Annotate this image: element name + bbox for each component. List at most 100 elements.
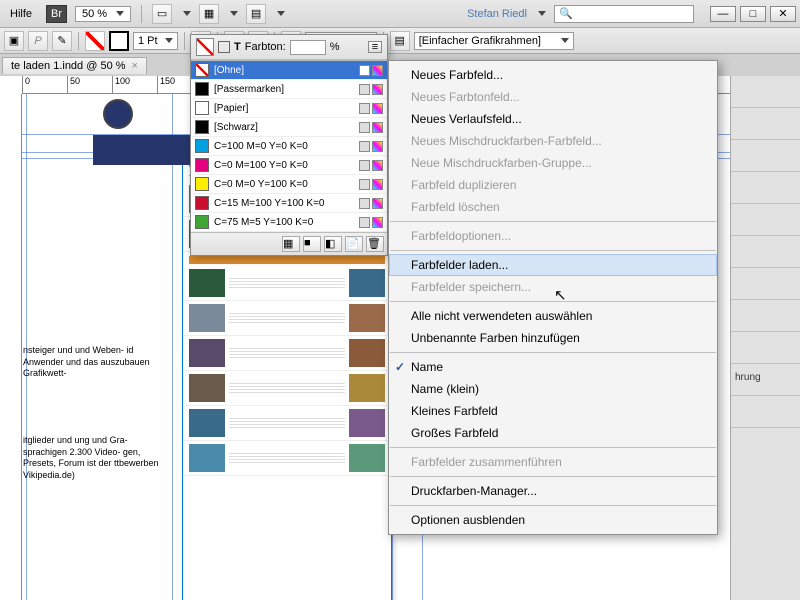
frame-type-combo[interactable]: [Einfacher Grafikrahmen] xyxy=(414,32,574,50)
swatch-item[interactable]: [Passermarken] xyxy=(191,80,387,99)
menu-item: Neues Mischdruckfarben-Farbfeld... xyxy=(389,130,717,152)
right-panel-dock[interactable]: hrung xyxy=(730,76,800,600)
screen-mode-icon[interactable]: ▭ xyxy=(152,4,172,24)
swatch-name-label: [Schwarz] xyxy=(214,122,354,133)
menu-item[interactable]: Druckfarben-Manager... xyxy=(389,480,717,502)
swatch-type-icons xyxy=(359,179,383,190)
menu-item: Neue Mischdruckfarben-Gruppe... xyxy=(389,152,717,174)
pen-tool-icon[interactable]: ✎ xyxy=(52,31,72,51)
arrange-docs-icon[interactable]: ▦ xyxy=(199,4,219,24)
swatches-panel-header[interactable]: T Farbton: % ≡ xyxy=(191,35,387,60)
swatch-chip-icon xyxy=(195,158,209,172)
menu-item[interactable]: Farbfelder laden... xyxy=(389,254,717,276)
swatch-item[interactable]: [Ohne] xyxy=(191,61,387,80)
swatch-item[interactable]: C=100 M=0 Y=0 K=0 xyxy=(191,137,387,156)
swatch-item[interactable]: C=75 M=5 Y=100 K=0 xyxy=(191,213,387,232)
swatch-type-icons xyxy=(359,103,383,114)
swatch-name-label: [Papier] xyxy=(214,103,354,114)
show-all-swatches-icon[interactable]: ▦ xyxy=(282,236,300,252)
swatch-name-label: C=100 M=0 Y=0 K=0 xyxy=(214,141,354,152)
application-menubar: Hilfe Br 50 % ▭ ▦ ▤ Stefan Riedl 🔍 — □ ✕ xyxy=(0,0,800,28)
vertical-ruler[interactable] xyxy=(0,94,22,600)
swatches-panel: T Farbton: % ≡ [Ohne] [Passermarken] [Papi… xyxy=(190,34,388,256)
swatch-chip-icon xyxy=(195,196,209,210)
show-gradient-swatches-icon[interactable]: ◧ xyxy=(324,236,342,252)
swatch-type-icons xyxy=(359,84,383,95)
menu-item[interactable]: Großes Farbfeld xyxy=(389,422,717,444)
window-maximize-button[interactable]: □ xyxy=(740,6,766,22)
menu-item[interactable]: Name (klein) xyxy=(389,378,717,400)
window-minimize-button[interactable]: — xyxy=(710,6,736,22)
swatch-name-label: C=0 M=0 Y=100 K=0 xyxy=(214,179,354,190)
body-text-block-2: itglieder und ung und Gra- sprachigen 2.… xyxy=(23,435,173,482)
workspace-icon[interactable]: ▤ xyxy=(246,4,266,24)
swatch-item[interactable]: C=15 M=100 Y=100 K=0 xyxy=(191,194,387,213)
bridge-badge-icon[interactable]: Br xyxy=(46,5,67,23)
panel-label: hrung xyxy=(731,364,800,396)
swatch-chip-icon xyxy=(195,63,209,77)
fill-indicator-icon[interactable] xyxy=(196,38,214,56)
control-bar: ▣ P ✎ 1 Pt fx ▥ ▦ ⬚ ⬍ 4,233 mm ▤ [Einfac… xyxy=(0,28,800,54)
menu-item[interactable]: Optionen ausblenden xyxy=(389,509,717,531)
body-text-block: nsteiger und und Weben- id Anwender und … xyxy=(23,345,173,380)
current-user-label[interactable]: Stefan Riedl xyxy=(467,8,527,20)
ruler-tick: 100 xyxy=(112,76,130,94)
tint-label: Farbton: xyxy=(245,41,286,53)
menu-item: Farbfeld duplizieren xyxy=(389,174,717,196)
show-color-swatches-icon[interactable]: ■ xyxy=(303,236,321,252)
stroke-weight-combo[interactable]: 1 Pt xyxy=(133,32,178,50)
menu-item: Farbfelder speichern... xyxy=(389,276,717,298)
new-swatch-icon[interactable]: 📄 xyxy=(345,236,363,252)
document-tab-title: te laden 1.indd @ 50 % xyxy=(11,60,126,72)
menu-item[interactable]: Kleines Farbfeld xyxy=(389,400,717,422)
menu-item[interactable]: Neues Farbfeld... xyxy=(389,64,717,86)
delete-swatch-icon[interactable]: 🗑 xyxy=(366,236,384,252)
swatch-chip-icon xyxy=(195,177,209,191)
menu-item[interactable]: Unbenannte Farben hinzufügen xyxy=(389,327,717,349)
swatch-item[interactable]: C=0 M=0 Y=100 K=0 xyxy=(191,175,387,194)
help-menu[interactable]: Hilfe xyxy=(4,8,38,20)
swatch-item[interactable]: [Papier] xyxy=(191,99,387,118)
search-input[interactable]: 🔍 xyxy=(554,5,694,23)
swatch-type-icons xyxy=(359,65,383,76)
type-tool-icon[interactable]: P xyxy=(28,31,48,51)
ruler-tick: 50 xyxy=(67,76,80,94)
logo-icon xyxy=(103,99,133,129)
document-tab[interactable]: te laden 1.indd @ 50 % × xyxy=(2,57,147,74)
menu-item: Farbfeldoptionen... xyxy=(389,225,717,247)
container-format-icon[interactable] xyxy=(218,41,230,53)
swatch-name-label: C=0 M=100 Y=0 K=0 xyxy=(214,160,354,171)
swatch-chip-icon xyxy=(195,215,209,229)
text-format-icon[interactable]: T xyxy=(234,41,241,53)
menu-item[interactable]: Alle nicht verwendeten auswählen xyxy=(389,305,717,327)
swatch-chip-icon xyxy=(195,101,209,115)
swatch-chip-icon xyxy=(195,139,209,153)
swatch-name-label: [Passermarken] xyxy=(214,84,354,95)
swatch-name-label: C=15 M=100 Y=100 K=0 xyxy=(214,198,354,209)
menu-item: Farbfelder zusammenführen xyxy=(389,451,717,473)
selection-tool-icon[interactable]: ▣ xyxy=(4,31,24,51)
swatch-chip-icon xyxy=(195,82,209,96)
menu-item[interactable]: Name xyxy=(389,356,717,378)
swatch-type-icons xyxy=(359,160,383,171)
swatch-name-label: [Ohne] xyxy=(214,65,354,76)
window-close-button[interactable]: ✕ xyxy=(770,6,796,22)
swatch-type-icons xyxy=(359,217,383,228)
swatch-type-icons xyxy=(359,198,383,209)
zoom-level-combo[interactable]: 50 % xyxy=(75,6,131,22)
frame-type-icon[interactable]: ▤ xyxy=(390,31,410,51)
fill-swatch-icon[interactable] xyxy=(85,31,105,51)
menu-item: Neues Farbtonfeld... xyxy=(389,86,717,108)
menu-item[interactable]: Neues Verlaufsfeld... xyxy=(389,108,717,130)
tint-input[interactable] xyxy=(290,40,326,55)
swatch-name-label: C=75 M=5 Y=100 K=0 xyxy=(214,217,354,228)
swatch-type-icons xyxy=(359,122,383,133)
panel-flyout-icon[interactable]: ≡ xyxy=(368,41,382,53)
document-tab-close-icon[interactable]: × xyxy=(132,60,138,72)
swatch-type-icons xyxy=(359,141,383,152)
swatches-footer: ▦ ■ ◧ 📄 🗑 xyxy=(191,233,387,255)
stroke-swatch-icon[interactable] xyxy=(109,31,129,51)
swatch-item[interactable]: C=0 M=100 Y=0 K=0 xyxy=(191,156,387,175)
swatch-item[interactable]: [Schwarz] xyxy=(191,118,387,137)
swatches-flyout-menu: Neues Farbfeld...Neues Farbtonfeld...Neu… xyxy=(388,60,718,535)
